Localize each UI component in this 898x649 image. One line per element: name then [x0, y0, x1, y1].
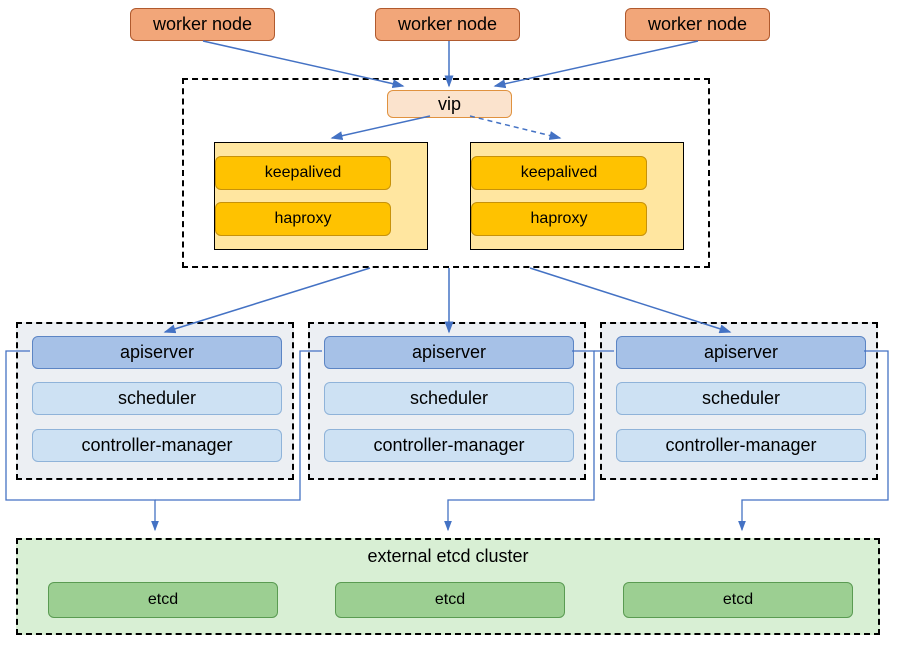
control-plane-3: apiserver scheduler controller-manager: [600, 322, 878, 480]
controller-manager-2: controller-manager: [324, 429, 574, 462]
vip-box: vip: [387, 90, 512, 118]
loadbalancer-group: vip keepalived haproxy keepalived haprox…: [182, 78, 710, 268]
control-plane-2: apiserver scheduler controller-manager: [308, 322, 586, 480]
keepalived-2: keepalived: [471, 156, 647, 190]
apiserver-2: apiserver: [324, 336, 574, 369]
controller-manager-3: controller-manager: [616, 429, 866, 462]
etcd-3: etcd: [623, 582, 853, 618]
scheduler-1: scheduler: [32, 382, 282, 415]
etcd-2: etcd: [335, 582, 565, 618]
etcd-1: etcd: [48, 582, 278, 618]
controller-manager-1: controller-manager: [32, 429, 282, 462]
control-plane-1: apiserver scheduler controller-manager: [16, 322, 294, 480]
worker-node-2: worker node: [375, 8, 520, 41]
lb-node-2: keepalived haproxy: [470, 142, 684, 250]
apiserver-1: apiserver: [32, 336, 282, 369]
haproxy-1: haproxy: [215, 202, 391, 236]
keepalived-1: keepalived: [215, 156, 391, 190]
etcd-cluster: external etcd cluster etcd etcd etcd: [16, 538, 880, 635]
worker-node-1: worker node: [130, 8, 275, 41]
lb-node-1: keepalived haproxy: [214, 142, 428, 250]
scheduler-2: scheduler: [324, 382, 574, 415]
etcd-cluster-title: external etcd cluster: [18, 546, 878, 567]
haproxy-2: haproxy: [471, 202, 647, 236]
apiserver-3: apiserver: [616, 336, 866, 369]
worker-node-3: worker node: [625, 8, 770, 41]
scheduler-3: scheduler: [616, 382, 866, 415]
